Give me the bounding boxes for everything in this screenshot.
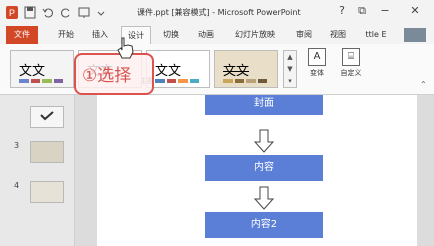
ribbon: 文文 文文 文文 文文 ▲ ▼ ▾ A 变体 ⌸ 自定义 ⌃ (0, 44, 434, 95)
undo-icon[interactable] (42, 6, 54, 19)
customize-label: 自定义 (340, 69, 362, 77)
customize-icon: ⌸ (342, 48, 360, 66)
cursor-hand-icon (117, 37, 134, 59)
theme-gallery-scroll[interactable]: ▲ ▼ ▾ (283, 50, 297, 88)
window-title: 课件.ppt [兼容模式] - Microsoft PowerPoint (137, 8, 301, 17)
slide-thumbnail[interactable] (30, 106, 64, 128)
theme-label: 文文 (155, 64, 182, 79)
tab-slideshow[interactable]: 幻灯片放映 (228, 26, 282, 44)
collapse-ribbon-icon[interactable]: ⌃ (420, 80, 427, 89)
ribbon-tabs: 文件 开始 插入 设计 切换 动画 幻灯片放映 审阅 视图 ttle E (0, 26, 434, 45)
customize-qat-icon[interactable] (96, 6, 106, 19)
theme-label: 文文 (19, 64, 46, 79)
chevron-up-icon[interactable]: ▲ (284, 51, 296, 63)
account-name[interactable]: ttle E (358, 26, 394, 44)
tab-animations[interactable]: 动画 (192, 26, 220, 44)
flow-box[interactable]: 内容2 (205, 212, 323, 238)
slide-thumbnail[interactable] (30, 181, 64, 203)
theme-thumbnail[interactable]: 文文 (214, 50, 278, 88)
annotation-callout: ①选择 (74, 53, 154, 95)
theme-thumbnail[interactable]: 文文 (146, 50, 210, 88)
arrow-down-icon (254, 186, 274, 210)
flow-box[interactable]: 内容 (205, 155, 323, 181)
variants-button[interactable]: A 变体 (302, 48, 332, 78)
redo-icon[interactable] (60, 6, 72, 19)
svg-text:P: P (9, 8, 15, 18)
theme-label: 文文 (223, 64, 250, 79)
theme-thumbnail[interactable]: 文文 (10, 50, 74, 88)
tab-insert[interactable]: 插入 (86, 26, 114, 44)
slides-panel: 3 4 (0, 95, 75, 246)
close-button[interactable]: ✕ (408, 4, 422, 17)
tab-review[interactable]: 审阅 (290, 26, 318, 44)
slide-thumbnail[interactable] (30, 141, 64, 163)
variants-label: 变体 (310, 69, 324, 77)
title-bar: P 课件.ppt [兼容模式] - Microsoft PowerPoint ?… (0, 0, 434, 26)
gallery-more-icon[interactable]: ▾ (284, 75, 296, 87)
powerpoint-window: P 课件.ppt [兼容模式] - Microsoft PowerPoint ?… (0, 0, 434, 246)
tab-file[interactable]: 文件 (6, 26, 38, 44)
flow-box[interactable]: 封面 (205, 95, 323, 115)
slide-editor: 封面 内容 内容2 (75, 95, 434, 246)
help-button[interactable]: ? (335, 4, 349, 17)
powerpoint-logo-icon: P (6, 6, 18, 19)
ribbon-display-button[interactable]: ⧉ (355, 4, 369, 18)
save-icon[interactable] (24, 6, 36, 19)
callout-text: ①选择 (82, 66, 132, 86)
chevron-down-icon[interactable]: ▼ (284, 63, 296, 75)
tab-home[interactable]: 开始 (52, 26, 80, 44)
slide-number: 3 (14, 141, 20, 150)
start-slideshow-icon[interactable] (78, 6, 90, 19)
tab-transitions[interactable]: 切换 (157, 26, 185, 44)
avatar[interactable] (404, 28, 426, 42)
variants-icon: A (308, 48, 326, 66)
customize-button[interactable]: ⌸ 自定义 (336, 48, 366, 78)
tab-view[interactable]: 视图 (324, 26, 352, 44)
slide-number: 4 (14, 181, 20, 190)
slide-canvas[interactable]: 封面 内容 内容2 (97, 95, 417, 246)
arrow-down-icon (254, 129, 274, 153)
minimize-button[interactable]: − (378, 4, 392, 17)
